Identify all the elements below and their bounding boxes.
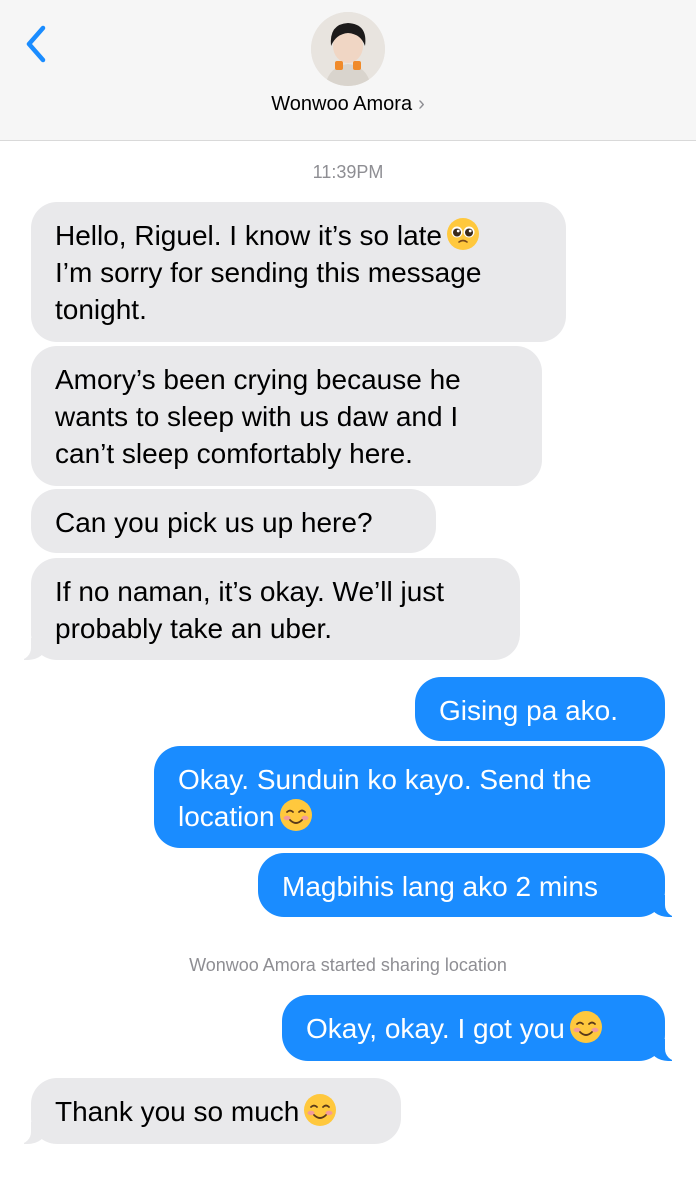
incoming-message-bubble[interactable]: Can you pick us up here? [31,489,436,553]
message-line: Amory’s been crying because he [55,364,461,395]
contact-avatar[interactable] [311,12,385,86]
message-line: can’t sleep comfortably here. [55,438,413,469]
avatar-photo [311,12,385,86]
smiling-face-icon [569,1011,602,1043]
conversation-header: Wonwoo Amora › [0,0,696,141]
message-timestamp: 11:39PM [312,162,384,182]
smiling-face-icon [279,799,312,831]
incoming-message-bubble[interactable]: Thank you so much [7,1078,401,1144]
incoming-message-bubble[interactable]: Hello, Riguel. I know it’s so late I’m s… [31,202,566,342]
outgoing-message-bubble[interactable]: Gising pa ako. [415,677,665,741]
pleading-face-icon [447,218,479,250]
message-line: Hello, Riguel. I know it’s so late [55,217,542,254]
outgoing-message-bubble[interactable]: Okay, okay. I got you [282,995,689,1061]
message-line: Can you pick us up here? [55,507,373,538]
chevron-left-icon [26,25,46,63]
message-line: Okay. Sunduin ko kayo. Send the [178,764,592,795]
smiling-face-icon [304,1094,337,1126]
message-line: Okay, okay. I got you [306,1010,641,1047]
message-line: Gising pa ako. [439,695,618,726]
incoming-message-bubble[interactable]: Amory’s been crying because he wants to … [31,346,542,486]
outgoing-message-bubble[interactable]: Magbihis lang ako 2 mins [258,853,689,917]
message-line: I’m sorry for sending this message [55,257,482,288]
contact-name: Wonwoo Amora [271,93,413,115]
message-line: wants to sleep with us daw and I [55,401,459,432]
chevron-right-icon: › [418,93,425,115]
location-sharing-notice: Wonwoo Amora started sharing location [189,955,507,975]
message-line: location [178,798,641,835]
back-button[interactable] [14,22,58,66]
incoming-message-bubble[interactable]: If no naman, it’s okay. We’ll just proba… [7,558,520,660]
message-line: tonight. [55,294,147,325]
message-line: If no naman, it’s okay. We’ll just [55,576,445,607]
message-line: Thank you so much [55,1093,377,1130]
contact-name-button[interactable]: Wonwoo Amora › [0,93,696,116]
outgoing-message-bubble[interactable]: Okay. Sunduin ko kayo. Send the location [154,746,665,848]
message-line: Magbihis lang ako 2 mins [282,871,598,902]
message-line: probably take an uber. [55,613,333,644]
